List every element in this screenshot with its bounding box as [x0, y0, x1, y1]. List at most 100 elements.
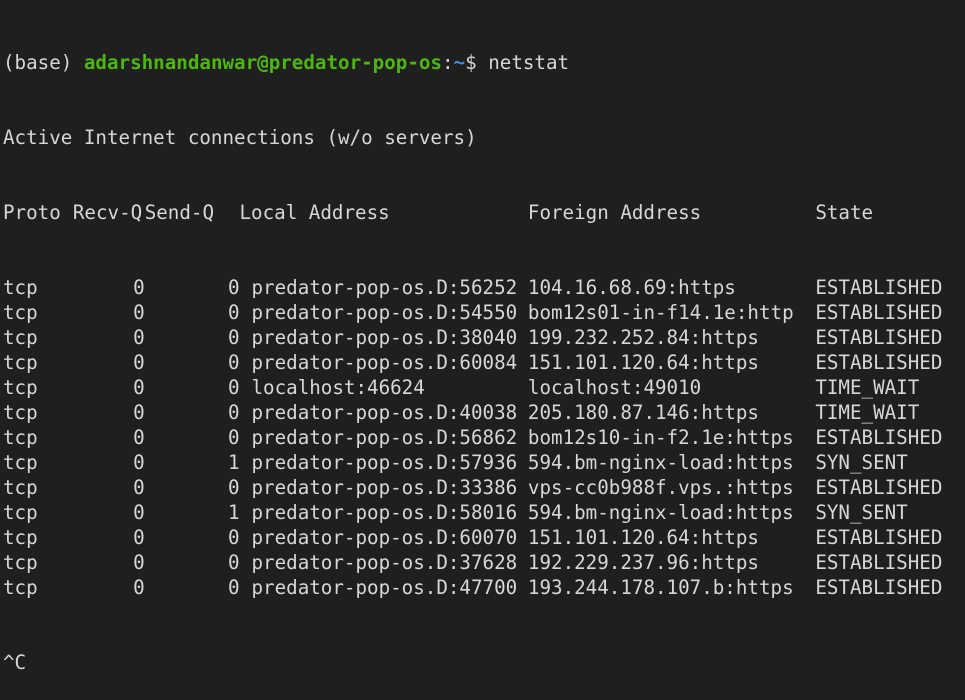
cell-foreign-address: localhost:49010	[527, 376, 702, 399]
cell-foreign-address: bom12s10-in-f2.1e:https	[527, 426, 794, 449]
header-proto: Proto	[3, 201, 61, 224]
cell-state: ESTABLISHED	[815, 426, 943, 449]
connections-title: Active Internet connections (w/o servers…	[3, 126, 477, 149]
conda-env-label: (base)	[3, 51, 84, 74]
cell-state: ESTABLISHED	[815, 276, 943, 299]
cell-recv-q: 0	[133, 276, 145, 299]
cell-proto: tcp	[3, 426, 38, 449]
cell-state: ESTABLISHED	[815, 326, 943, 349]
cell-state: ESTABLISHED	[815, 476, 943, 499]
table-row: tcp 0 0 predator-pop-os.D:47700 193.244.178.…	[3, 575, 965, 600]
table-row: tcp 0 0 predator-pop-os.D:40038 205.180.87.1…	[3, 400, 965, 425]
prompt-user-host: adarshnandanwar@predator-pop-os	[83, 51, 442, 74]
table-row: tcp 0 1 predator-pop-os.D:57936 594.bm-nginx…	[3, 450, 965, 475]
cell-local-address: predator-pop-os.D:54550	[251, 301, 518, 324]
cell-foreign-address: 594.bm-nginx-load:https	[527, 501, 794, 524]
cell-foreign-address: 193.244.178.107.b:https	[527, 576, 794, 599]
cell-send-q: 1	[227, 501, 240, 524]
cell-proto: tcp	[3, 451, 38, 474]
cell-send-q: 0	[227, 376, 240, 399]
cell-local-address: predator-pop-os.D:60084	[251, 351, 518, 374]
cell-recv-q: 0	[133, 526, 145, 549]
cell-recv-q: 0	[133, 326, 145, 349]
table-row: tcp 0 0 predator-pop-os.D:37628 192.229.237.…	[3, 550, 965, 575]
cell-local-address: predator-pop-os.D:60070	[251, 526, 518, 549]
cell-recv-q: 0	[133, 426, 145, 449]
cell-foreign-address: bom12s01-in-f14.1e:http	[527, 301, 794, 324]
cell-state: ESTABLISHED	[815, 576, 943, 599]
cell-recv-q: 0	[133, 451, 145, 474]
cell-recv-q: 0	[133, 501, 145, 524]
prompt-path: ~	[453, 51, 466, 74]
cell-recv-q: 0	[133, 301, 145, 324]
cell-foreign-address: 192.229.237.96:https	[527, 551, 759, 574]
cell-recv-q: 0	[133, 376, 145, 399]
cell-proto: tcp	[3, 351, 38, 374]
cell-proto: tcp	[3, 401, 38, 424]
cell-recv-q: 0	[133, 576, 145, 599]
output-title: Active Internet connections (w/o servers…	[3, 125, 965, 150]
cell-send-q: 0	[227, 476, 240, 499]
header-state: State	[815, 201, 874, 224]
cell-send-q: 0	[227, 351, 240, 374]
header-recv-q: Recv-Q	[72, 201, 143, 224]
cell-send-q: 0	[227, 326, 240, 349]
cell-foreign-address: 151.101.120.64:https	[527, 351, 759, 374]
command-text: netstat	[488, 51, 570, 74]
cell-local-address: predator-pop-os.D:47700	[251, 576, 518, 599]
header-local-address: Local Address	[239, 201, 390, 224]
cell-send-q: 0	[227, 551, 240, 574]
cell-state: ESTABLISHED	[815, 351, 943, 374]
cell-send-q: 0	[227, 526, 240, 549]
cell-recv-q: 0	[133, 401, 145, 424]
cell-state: ESTABLISHED	[815, 301, 943, 324]
header-send-q: Send-Q	[144, 201, 215, 224]
cell-local-address: predator-pop-os.D:57936	[251, 451, 518, 474]
interrupt-line: ^C	[3, 650, 965, 675]
cell-local-address: predator-pop-os.D:58016	[251, 501, 518, 524]
table-row: tcp 0 0 predator-pop-os.D:33386 vps-cc0b988f…	[3, 475, 965, 500]
cell-state: ESTABLISHED	[815, 526, 943, 549]
cell-local-address: predator-pop-os.D:40038	[251, 401, 518, 424]
cell-recv-q: 0	[133, 351, 145, 374]
cell-state: TIME_WAIT	[815, 401, 920, 424]
cell-proto: tcp	[3, 326, 38, 349]
cell-send-q: 1	[227, 451, 240, 474]
cell-state: ESTABLISHED	[815, 551, 943, 574]
table-row: tcp 0 0 predator-pop-os.D:38040 199.232.252.…	[3, 325, 965, 350]
cell-send-q: 0	[227, 301, 240, 324]
connection-rows: tcp 0 0 predator-pop-os.D:56252 104.16.68.69…	[3, 275, 965, 600]
cell-send-q: 0	[227, 276, 240, 299]
terminal-window[interactable]: (base) adarshnandanwar@predator-pop-os: ~…	[0, 0, 965, 674]
cell-send-q: 0	[227, 426, 240, 449]
prompt-colon: :	[441, 51, 454, 74]
cell-recv-q: 0	[133, 476, 145, 499]
cell-send-q: 0	[227, 576, 240, 599]
cell-local-address: predator-pop-os.D:56862	[251, 426, 518, 449]
cell-recv-q: 0	[133, 551, 145, 574]
table-header: Proto Recv-Q Send-Q Local Address Foreign Ad…	[3, 200, 965, 225]
table-row: tcp 0 0 localhost:46624 localhost:49010 TIME_…	[3, 375, 965, 400]
cell-foreign-address: 151.101.120.64:https	[527, 526, 759, 549]
cell-proto: tcp	[3, 376, 38, 399]
cell-local-address: predator-pop-os.D:33386	[251, 476, 518, 499]
table-row: tcp 0 0 predator-pop-os.D:60084 151.101.120.…	[3, 350, 965, 375]
cell-proto: tcp	[3, 276, 38, 299]
table-row: tcp 0 0 predator-pop-os.D:56252 104.16.68.69…	[3, 275, 965, 300]
cell-foreign-address: 199.232.252.84:https	[527, 326, 759, 349]
interrupt-text: ^C	[3, 651, 27, 674]
cell-local-address: predator-pop-os.D:37628	[251, 551, 518, 574]
cell-proto: tcp	[3, 576, 38, 599]
cell-foreign-address: 594.bm-nginx-load:https	[527, 451, 794, 474]
cell-local-address: predator-pop-os.D:38040	[251, 326, 518, 349]
table-row: tcp 0 0 predator-pop-os.D:56862 bom12s10-in-…	[3, 425, 965, 450]
cell-foreign-address: 205.180.87.146:https	[527, 401, 759, 424]
prompt-symbol: $	[465, 51, 489, 74]
cell-state: SYN_SENT	[815, 451, 908, 474]
table-row: tcp 0 1 predator-pop-os.D:58016 594.bm-nginx…	[3, 500, 965, 525]
cell-local-address: predator-pop-os.D:56252	[251, 276, 518, 299]
cell-state: SYN_SENT	[815, 501, 908, 524]
cell-proto: tcp	[3, 501, 38, 524]
cell-local-address: localhost:46624	[251, 376, 425, 399]
cell-state: TIME_WAIT	[815, 376, 920, 399]
